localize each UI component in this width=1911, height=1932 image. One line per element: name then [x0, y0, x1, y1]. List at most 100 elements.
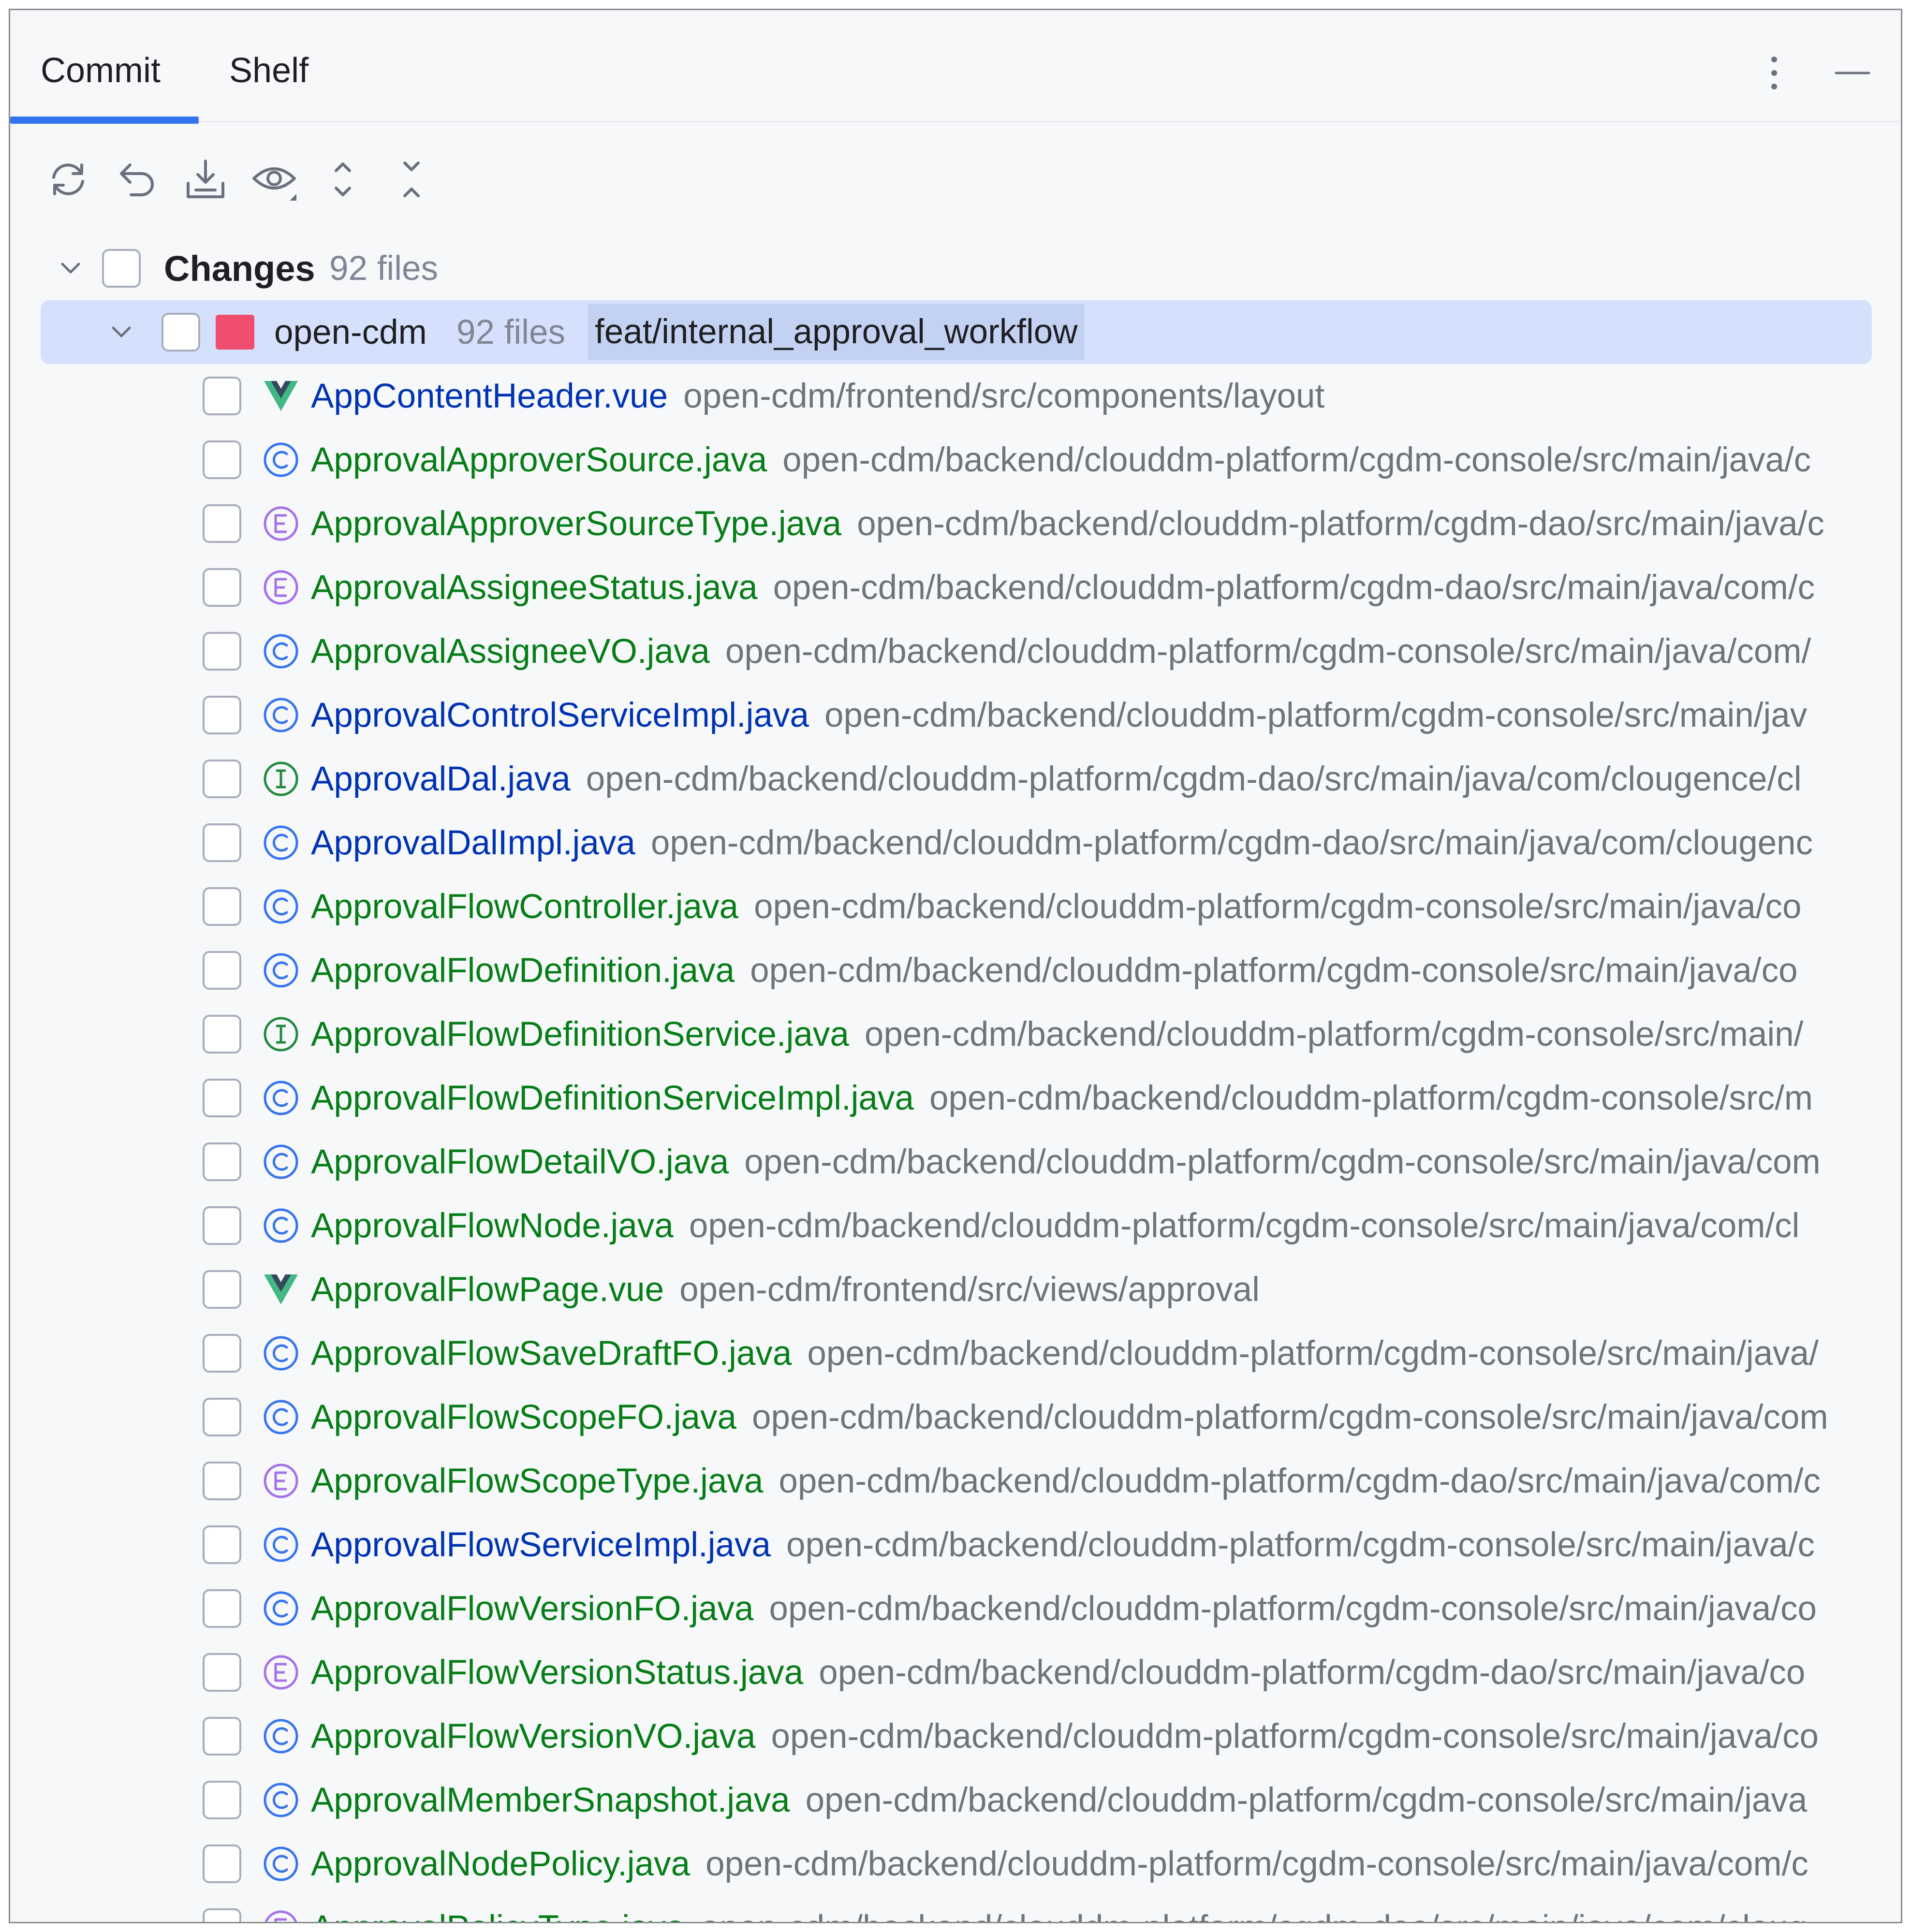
java-interface-icon — [262, 760, 300, 798]
file-checkbox[interactable] — [203, 1270, 241, 1309]
file-entry: ApprovalDalImpl.java open-cdm/backend/clo… — [311, 823, 1813, 863]
file-checkbox[interactable] — [203, 1525, 241, 1564]
repository-checkbox[interactable] — [162, 313, 200, 351]
file-row[interactable]: ApprovalFlowDefinitionService.java open-c… — [10, 1002, 1901, 1066]
file-checkbox[interactable] — [203, 760, 241, 798]
file-entry: ApprovalNodePolicy.java open-cdm/backend/… — [311, 1844, 1808, 1884]
file-path: open-cdm/backend/clouddm-platform/cgdm-c… — [824, 696, 1808, 734]
file-row[interactable]: ApprovalFlowScopeType.java open-cdm/backe… — [10, 1449, 1901, 1513]
file-name: ApprovalFlowNode.java — [311, 1206, 674, 1245]
rollback-button[interactable] — [108, 150, 166, 208]
more-vertical-icon — [1771, 57, 1777, 89]
file-row[interactable]: ApprovalFlowPage.vue open-cdm/frontend/sr… — [10, 1258, 1901, 1321]
file-checkbox[interactable] — [203, 440, 241, 479]
file-entry: ApprovalFlowVersionFO.java open-cdm/backe… — [311, 1589, 1817, 1628]
java-class-icon — [262, 1334, 300, 1373]
file-row[interactable]: ApprovalFlowVersionVO.java open-cdm/backe… — [10, 1704, 1901, 1768]
file-checkbox[interactable] — [203, 1398, 241, 1436]
file-row[interactable]: ApprovalFlowVersionFO.java open-cdm/backe… — [10, 1577, 1901, 1640]
file-name: ApprovalMemberSnapshot.java — [311, 1781, 790, 1819]
file-row[interactable]: ApprovalFlowDefinition.java open-cdm/back… — [10, 938, 1901, 1002]
tab-commit[interactable]: Commit — [10, 10, 199, 124]
file-row[interactable]: ApprovalMemberSnapshot.java open-cdm/back… — [10, 1768, 1901, 1832]
file-checkbox[interactable] — [203, 696, 241, 734]
file-row[interactable]: ApprovalFlowNode.java open-cdm/backend/cl… — [10, 1194, 1901, 1258]
file-name: ApprovalDal.java — [311, 760, 571, 798]
file-checkbox[interactable] — [203, 504, 241, 543]
file-row[interactable]: ApprovalApproverSource.java open-cdm/back… — [10, 428, 1901, 492]
file-checkbox[interactable] — [203, 823, 241, 862]
file-checkbox[interactable] — [203, 951, 241, 990]
file-checkbox[interactable] — [203, 1908, 241, 1922]
file-entry: ApprovalAssigneeVO.java open-cdm/backend/… — [311, 632, 1811, 671]
file-path: open-cdm/backend/clouddm-platform/cgdm-c… — [782, 440, 1811, 479]
expand-all-button[interactable] — [314, 150, 372, 208]
file-path: open-cdm/backend/clouddm-platform/cgdm-c… — [706, 1844, 1808, 1883]
file-checkbox[interactable] — [203, 377, 241, 415]
file-checkbox[interactable] — [203, 1206, 241, 1245]
file-checkbox[interactable] — [203, 632, 241, 671]
file-row[interactable]: ApprovalFlowSaveDraftFO.java open-cdm/bac… — [10, 1321, 1901, 1385]
file-checkbox[interactable] — [203, 1717, 241, 1756]
file-name: ApprovalFlowSaveDraftFO.java — [311, 1334, 792, 1373]
file-checkbox[interactable] — [203, 1142, 241, 1181]
java-class-icon — [262, 1844, 300, 1883]
file-row[interactable]: ApprovalDal.java open-cdm/backend/clouddm… — [10, 747, 1901, 811]
file-path: open-cdm/backend/clouddm-platform/cgdm-c… — [689, 1206, 1800, 1245]
java-class-icon — [262, 823, 300, 862]
file-row[interactable]: ApprovalFlowScopeFO.java open-cdm/backend… — [10, 1385, 1901, 1449]
file-entry: ApprovalFlowDefinitionServiceImpl.java op… — [311, 1079, 1813, 1118]
file-row[interactable]: ApprovalPolicyType.java open-cdm/backend/… — [10, 1896, 1901, 1922]
changes-label: Changes — [164, 248, 315, 289]
file-row[interactable]: ApprovalControlServiceImpl.java open-cdm/… — [10, 683, 1901, 747]
shelve-icon — [187, 160, 224, 198]
file-path: open-cdm/backend/clouddm-platform/cgdm-c… — [769, 1589, 1817, 1628]
file-checkbox[interactable] — [203, 568, 241, 607]
file-checkbox[interactable] — [203, 1079, 241, 1117]
file-entry: ApprovalFlowPage.vue open-cdm/frontend/sr… — [311, 1270, 1260, 1309]
file-row[interactable]: ApprovalFlowVersionStatus.java open-cdm/b… — [10, 1640, 1901, 1704]
minimize-icon — [1835, 72, 1870, 74]
file-path: open-cdm/backend/clouddm-platform/cgdm-d… — [701, 1909, 1808, 1922]
tab-shelf[interactable]: Shelf — [229, 10, 309, 122]
file-row[interactable]: ApprovalDalImpl.java open-cdm/backend/clo… — [10, 811, 1901, 875]
changes-group-row[interactable]: Changes 92 files — [10, 236, 1901, 300]
file-row[interactable]: ApprovalFlowServiceImpl.java open-cdm/bac… — [10, 1513, 1901, 1577]
changes-checkbox[interactable] — [102, 249, 141, 288]
file-row[interactable]: ApprovalApproverSourceType.java open-cdm/… — [10, 492, 1901, 556]
file-row[interactable]: AppContentHeader.vue open-cdm/frontend/sr… — [10, 364, 1901, 428]
file-name: ApprovalFlowVersionVO.java — [311, 1717, 756, 1756]
file-name: ApprovalApproverSource.java — [311, 440, 767, 479]
file-checkbox[interactable] — [203, 1653, 241, 1692]
file-row[interactable]: ApprovalFlowDefinitionServiceImpl.java op… — [10, 1066, 1901, 1130]
file-row[interactable]: ApprovalFlowController.java open-cdm/back… — [10, 875, 1901, 938]
collapse-all-button[interactable] — [382, 150, 441, 208]
file-row[interactable]: ApprovalAssigneeVO.java open-cdm/backend/… — [10, 619, 1901, 683]
file-checkbox[interactable] — [203, 887, 241, 926]
shelve-button[interactable] — [176, 150, 235, 208]
repository-row[interactable]: open-cdm 92 files feat/internal_approval… — [41, 300, 1872, 364]
file-checkbox[interactable] — [203, 1781, 241, 1819]
more-options-button[interactable] — [1755, 54, 1793, 92]
file-checkbox[interactable] — [203, 1844, 241, 1883]
refresh-button[interactable] — [39, 150, 97, 208]
collapse-all-icon — [403, 161, 420, 197]
file-entry: ApprovalApproverSource.java open-cdm/back… — [311, 440, 1811, 480]
file-name: ApprovalDalImpl.java — [311, 823, 635, 862]
file-path: open-cdm/frontend/src/components/layout — [683, 377, 1325, 415]
file-row[interactable]: ApprovalNodePolicy.java open-cdm/backend/… — [10, 1832, 1901, 1896]
file-path: open-cdm/frontend/src/views/approval — [679, 1270, 1260, 1309]
minimize-button[interactable] — [1833, 54, 1872, 92]
file-checkbox[interactable] — [203, 1462, 241, 1500]
file-row[interactable]: ApprovalAssigneeStatus.java open-cdm/back… — [10, 556, 1901, 619]
file-checkbox[interactable] — [203, 1589, 241, 1628]
file-checkbox[interactable] — [203, 1015, 241, 1054]
file-entry: ApprovalControlServiceImpl.java open-cdm/… — [311, 696, 1807, 735]
preview-button[interactable] — [245, 150, 303, 208]
file-checkbox[interactable] — [203, 1334, 241, 1373]
file-row[interactable]: ApprovalFlowDetailVO.java open-cdm/backen… — [10, 1130, 1901, 1194]
file-path: open-cdm/backend/clouddm-platform/cgdm-d… — [773, 568, 1815, 607]
chevron-down-icon[interactable] — [104, 315, 138, 349]
file-path: open-cdm/backend/clouddm-platform/cgdm-c… — [753, 887, 1802, 926]
chevron-down-icon[interactable] — [54, 251, 88, 285]
